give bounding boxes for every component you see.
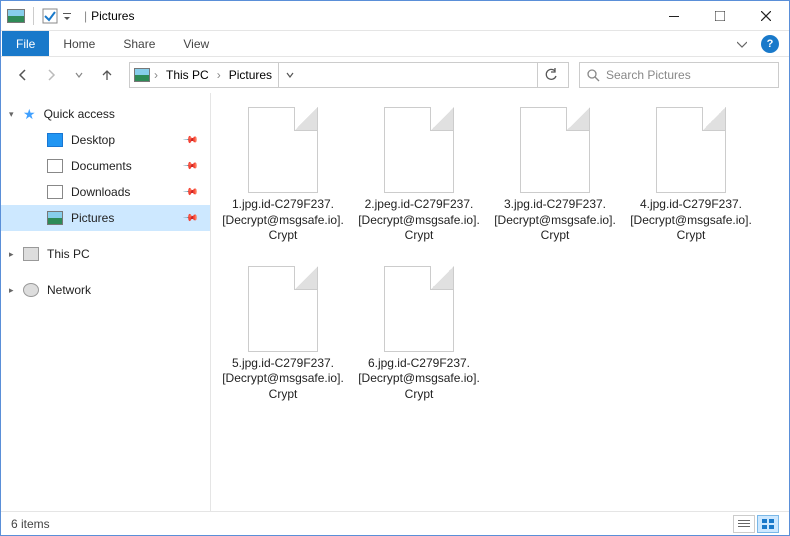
search-placeholder: Search Pictures (606, 68, 691, 82)
sidebar-item-label: Downloads (71, 185, 130, 199)
back-button[interactable] (11, 63, 35, 87)
location-icon (134, 68, 150, 82)
up-button[interactable] (95, 63, 119, 87)
file-name: 1.jpg.id-C279F237.[Decrypt@msgsafe.io].C… (221, 197, 345, 244)
breadcrumb-this-pc[interactable]: This PC (162, 68, 213, 82)
sidebar-item-label: This PC (47, 247, 90, 261)
file-icon (656, 107, 726, 193)
desktop-icon (47, 133, 63, 147)
title-separator: | (84, 9, 87, 23)
file-icon (520, 107, 590, 193)
ribbon-expand-icon[interactable] (729, 39, 755, 49)
status-bar: 6 items (1, 511, 789, 535)
address-dropdown-icon[interactable] (278, 63, 301, 87)
sidebar-item-label: Desktop (71, 133, 115, 147)
sidebar-item-label: Quick access (44, 107, 115, 121)
file-item[interactable]: 3.jpg.id-C279F237.[Decrypt@msgsafe.io].C… (491, 107, 619, 244)
view-switcher (733, 515, 779, 533)
file-item[interactable]: 2.jpeg.id-C279F237.[Decrypt@msgsafe.io].… (355, 107, 483, 244)
sidebar-item-pictures[interactable]: Pictures 📌 (1, 205, 210, 231)
file-item[interactable]: 5.jpg.id-C279F237.[Decrypt@msgsafe.io].C… (219, 266, 347, 403)
recent-dropdown-icon[interactable] (67, 63, 91, 87)
file-item[interactable]: 6.jpg.id-C279F237.[Decrypt@msgsafe.io].C… (355, 266, 483, 403)
pin-icon: 📌 (181, 184, 198, 201)
file-icon (248, 107, 318, 193)
app-icon (7, 9, 25, 23)
pin-icon: 📌 (181, 132, 198, 149)
tab-share[interactable]: Share (109, 31, 169, 56)
qat-divider (33, 7, 34, 25)
breadcrumb-sep: › (152, 68, 160, 82)
quick-access-toolbar (1, 7, 78, 25)
titlebar: | Pictures (1, 1, 789, 31)
icons-view-button[interactable] (757, 515, 779, 533)
refresh-button[interactable] (537, 63, 564, 87)
navbar: › This PC › Pictures Search Pictures (1, 57, 789, 93)
downloads-icon (47, 185, 63, 199)
document-icon (47, 159, 63, 173)
star-icon: ★ (23, 106, 36, 123)
file-name: 6.jpg.id-C279F237.[Decrypt@msgsafe.io].C… (357, 356, 481, 403)
sidebar-item-label: Pictures (71, 211, 114, 225)
breadcrumb-sep: › (215, 68, 223, 82)
qat-dropdown-icon[interactable] (62, 8, 72, 24)
sidebar-spacer (1, 231, 210, 241)
breadcrumb-pictures[interactable]: Pictures (225, 68, 276, 82)
network-icon (23, 283, 39, 297)
close-button[interactable] (743, 1, 789, 31)
pictures-icon (47, 211, 63, 225)
help-button[interactable]: ? (761, 35, 779, 53)
ribbon: File Home Share View ? (1, 31, 789, 57)
file-tab[interactable]: File (2, 31, 49, 56)
search-icon (586, 68, 600, 82)
file-item[interactable]: 1.jpg.id-C279F237.[Decrypt@msgsafe.io].C… (219, 107, 347, 244)
file-name: 4.jpg.id-C279F237.[Decrypt@msgsafe.io].C… (629, 197, 753, 244)
tab-home[interactable]: Home (49, 31, 109, 56)
minimize-button[interactable] (651, 1, 697, 31)
checkbox-icon[interactable] (42, 8, 58, 24)
sidebar: ▾ ★ Quick access Desktop 📌 Documents 📌 D… (1, 93, 211, 511)
file-icon (248, 266, 318, 352)
sidebar-item-desktop[interactable]: Desktop 📌 (1, 127, 210, 153)
body: ▾ ★ Quick access Desktop 📌 Documents 📌 D… (1, 93, 789, 511)
sidebar-item-label: Network (47, 283, 91, 297)
sidebar-item-this-pc[interactable]: ▸ This PC (1, 241, 210, 267)
sidebar-spacer (1, 267, 210, 277)
sidebar-item-network[interactable]: ▸ Network (1, 277, 210, 303)
file-name: 3.jpg.id-C279F237.[Decrypt@msgsafe.io].C… (493, 197, 617, 244)
search-input[interactable]: Search Pictures (579, 62, 779, 88)
file-name: 2.jpeg.id-C279F237.[Decrypt@msgsafe.io].… (357, 197, 481, 244)
window-controls (651, 1, 789, 31)
chevron-right-icon: ▸ (9, 285, 14, 296)
details-view-button[interactable] (733, 515, 755, 533)
item-count: 6 items (11, 517, 50, 531)
pin-icon: 📌 (181, 210, 198, 227)
sidebar-item-downloads[interactable]: Downloads 📌 (1, 179, 210, 205)
file-list[interactable]: 1.jpg.id-C279F237.[Decrypt@msgsafe.io].C… (211, 93, 789, 511)
pc-icon (23, 247, 39, 261)
address-bar[interactable]: › This PC › Pictures (129, 62, 569, 88)
maximize-button[interactable] (697, 1, 743, 31)
window-title: Pictures (91, 9, 134, 23)
chevron-down-icon: ▾ (9, 109, 14, 120)
file-name: 5.jpg.id-C279F237.[Decrypt@msgsafe.io].C… (221, 356, 345, 403)
sidebar-item-documents[interactable]: Documents 📌 (1, 153, 210, 179)
forward-button[interactable] (39, 63, 63, 87)
file-icon (384, 107, 454, 193)
pin-icon: 📌 (181, 158, 198, 175)
tab-view[interactable]: View (169, 31, 223, 56)
sidebar-item-label: Documents (71, 159, 132, 173)
window-title-area: | Pictures (84, 9, 134, 23)
sidebar-item-quick-access[interactable]: ▾ ★ Quick access (1, 101, 210, 127)
file-item[interactable]: 4.jpg.id-C279F237.[Decrypt@msgsafe.io].C… (627, 107, 755, 244)
chevron-right-icon: ▸ (9, 249, 14, 260)
file-icon (384, 266, 454, 352)
